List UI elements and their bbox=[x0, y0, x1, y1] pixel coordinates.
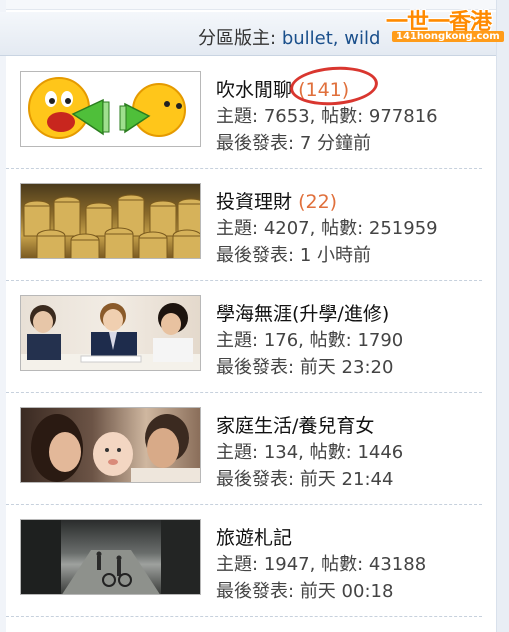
new-post-count: (22) bbox=[298, 191, 338, 213]
topics-value: 176 bbox=[263, 330, 299, 351]
topics-label: 主題: bbox=[216, 106, 259, 127]
posts-label: 帖數: bbox=[309, 330, 352, 351]
forum-title-line: 家庭生活/養兒育女 bbox=[216, 411, 374, 438]
gold-coins-image[interactable] bbox=[20, 183, 201, 259]
travel-street-image[interactable] bbox=[20, 519, 201, 595]
last-post-time[interactable]: 前天 21:44 bbox=[300, 469, 394, 490]
forum-stats: 主題: 134, 帖數: 1446 bbox=[216, 438, 403, 464]
row-divider bbox=[6, 168, 482, 169]
row-divider bbox=[6, 504, 482, 505]
last-post-time[interactable]: 1 小時前 bbox=[300, 245, 371, 266]
last-post-label: 最後發表: bbox=[216, 581, 295, 602]
last-post-label: 最後發表: bbox=[216, 245, 295, 266]
forum-last-post: 最後發表: 前天 23:20 bbox=[216, 353, 393, 379]
forum-stats: 主題: 7653, 帖數: 977816 bbox=[216, 102, 438, 128]
forum-title[interactable]: 學海無涯(升學/進修) bbox=[216, 303, 389, 325]
forum-row: 吹水閒聊 (141) 主題: 7653, 帖數: 977816 最後發表: 7 … bbox=[6, 71, 488, 179]
posts-value: 1446 bbox=[357, 442, 404, 463]
forum-row: 旅遊札記 主題: 1947, 帖數: 43188 最後發表: 前天 00:18 bbox=[6, 519, 488, 627]
topics-value: 134 bbox=[263, 442, 299, 463]
forum-title[interactable]: 投資理財 bbox=[216, 191, 292, 213]
forum-title-line: 旅遊札記 bbox=[216, 523, 292, 550]
stats-separator: , bbox=[309, 554, 322, 575]
topics-label: 主題: bbox=[216, 554, 259, 575]
posts-value: 977816 bbox=[368, 106, 438, 127]
stats-separator: , bbox=[309, 218, 322, 239]
last-post-time[interactable]: 前天 00:18 bbox=[300, 581, 394, 602]
forum-title-line: 學海無涯(升學/進修) bbox=[216, 299, 389, 326]
topics-value: 4207 bbox=[263, 218, 310, 239]
posts-label: 帖數: bbox=[321, 218, 364, 239]
topics-value: 1947 bbox=[263, 554, 310, 575]
stats-separator: , bbox=[298, 442, 310, 463]
students-studying-image[interactable] bbox=[20, 295, 201, 371]
forum-panel: 分區版主: bullet, wild 一世一香港 141hongkong.com bbox=[0, 0, 509, 632]
last-post-time[interactable]: 前天 23:20 bbox=[300, 357, 394, 378]
forum-stats: 主題: 1947, 帖數: 43188 bbox=[216, 550, 426, 576]
topics-label: 主題: bbox=[216, 442, 259, 463]
posts-label: 帖數: bbox=[309, 442, 352, 463]
logo-domain: 141hongkong.com bbox=[392, 31, 504, 42]
site-logo[interactable]: 一世一香港 141hongkong.com bbox=[386, 4, 506, 48]
forum-last-post: 最後發表: 前天 21:44 bbox=[216, 465, 393, 491]
posts-value: 1790 bbox=[357, 330, 404, 351]
topics-value: 7653 bbox=[263, 106, 310, 127]
posts-value: 251959 bbox=[368, 218, 438, 239]
stats-separator: , bbox=[298, 330, 310, 351]
forum-title[interactable]: 家庭生活/養兒育女 bbox=[216, 415, 374, 437]
forum-title[interactable]: 吹水閒聊 bbox=[216, 79, 292, 101]
last-post-label: 最後發表: bbox=[216, 469, 295, 490]
last-post-label: 最後發表: bbox=[216, 357, 295, 378]
forum-row: 學海無涯(升學/進修) 主題: 176, 帖數: 1790 最後發表: 前天 2… bbox=[6, 295, 488, 403]
row-divider bbox=[6, 616, 482, 617]
forum-last-post: 最後發表: 前天 00:18 bbox=[216, 577, 393, 603]
forum-title-line: 投資理財 (22) bbox=[216, 187, 337, 214]
forum-stats: 主題: 176, 帖數: 1790 bbox=[216, 326, 403, 352]
moderator-links[interactable]: bullet, wild bbox=[282, 28, 381, 49]
forum-stats: 主題: 4207, 帖數: 251959 bbox=[216, 214, 438, 240]
moderator-line: 分區版主: bullet, wild bbox=[198, 24, 380, 50]
topics-label: 主題: bbox=[216, 330, 259, 351]
last-post-label: 最後發表: bbox=[216, 133, 295, 154]
forum-last-post: 最後發表: 1 小時前 bbox=[216, 241, 371, 267]
row-divider bbox=[6, 280, 482, 281]
moderator-label: 分區版主: bbox=[198, 28, 277, 49]
family-baby-image[interactable] bbox=[20, 407, 201, 483]
topics-label: 主題: bbox=[216, 218, 259, 239]
forum-title[interactable]: 旅遊札記 bbox=[216, 527, 292, 549]
posts-label: 帖數: bbox=[321, 106, 364, 127]
forum-row: 家庭生活/養兒育女 主題: 134, 帖數: 1446 最後發表: 前天 21:… bbox=[6, 407, 488, 515]
forum-last-post: 最後發表: 7 分鐘前 bbox=[216, 129, 371, 155]
row-divider bbox=[6, 392, 482, 393]
forum-row: 投資理財 (22) 主題: 4207, 帖數: 251959 最後發表: 1 小… bbox=[6, 183, 488, 291]
posts-value: 43188 bbox=[368, 554, 427, 575]
stats-separator: , bbox=[309, 106, 322, 127]
scrollbar-track[interactable] bbox=[496, 0, 509, 632]
last-post-time[interactable]: 7 分鐘前 bbox=[300, 133, 371, 154]
posts-label: 帖數: bbox=[321, 554, 364, 575]
emoticon-megaphone-icon[interactable] bbox=[20, 71, 201, 147]
